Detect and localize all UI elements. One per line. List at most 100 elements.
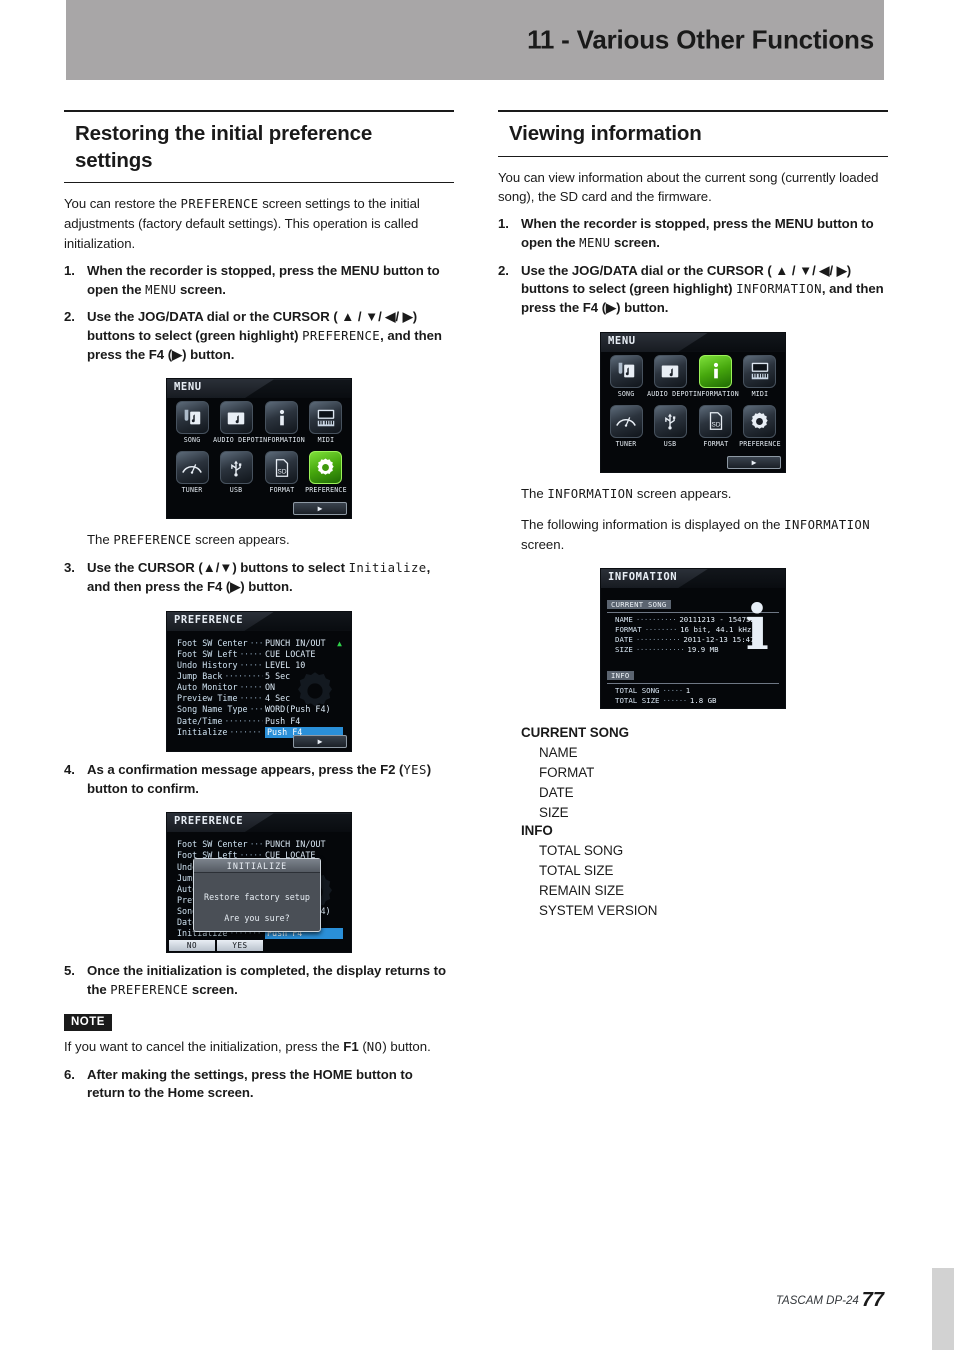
leader-dots: ·········· — [224, 671, 263, 682]
menu-item-format[interactable]: SD FORMAT — [693, 404, 739, 455]
lcd-preference: PREFERENCE Foot SW Center··········PUNCH… — [166, 610, 352, 752]
preference-row-name: Song Name Type — [177, 704, 248, 715]
preference-row-name: Foot SW Center — [177, 637, 248, 648]
preference-row[interactable]: Jump Back··········5 Sec — [177, 671, 343, 682]
leader-dots: ·········· — [249, 637, 263, 648]
menu-item-audio-depot[interactable]: AUDIO DEPOT — [647, 354, 693, 405]
preference-dialog-screenshot-wrap: PREFERENCE Foot SW Center··········PUNCH… — [64, 812, 454, 954]
left-step-6: 6. After making the settings, press the H… — [64, 1066, 454, 1103]
leader-dots: ····· — [662, 686, 684, 696]
left-steps-list-4: 5. Once the initialization is completed, … — [64, 962, 454, 999]
tuner-meter-icon — [609, 404, 643, 438]
folder-note-icon — [219, 401, 253, 435]
menu-item-information[interactable]: INFORMATION — [693, 354, 739, 405]
preference-row[interactable]: Preview Time··········4 Sec — [177, 693, 343, 704]
preference-rows: Foot SW Center··········PUNCH IN/OUT ▲ F… — [167, 631, 351, 751]
lcd-title: PREFERENCE — [174, 815, 244, 828]
information-value: 16 bit, 44.1 kHz — [680, 625, 752, 635]
menu-item-song[interactable]: SONG — [605, 354, 647, 405]
menu-icon-grid: SONG AUDIO DEPOT INFORMATION MIDI TUNER … — [167, 398, 351, 501]
step-text-a: Use the CURSOR (▲/▼) buttons to select — [87, 560, 349, 576]
sd-card-icon: SD — [265, 451, 299, 485]
preference-row[interactable]: Foot SW Center··········PUNCH IN/OUT ▲ — [177, 638, 343, 649]
preference-row-value: PUNCH IN/OUT — [265, 839, 326, 850]
right-steps-list: 1. When the recorder is stopped, press th… — [498, 215, 888, 318]
keyboard-monitor-icon — [309, 401, 343, 435]
menu-item-usb[interactable]: USB — [213, 451, 259, 501]
preference-row-value: CUE LOCATE — [265, 648, 316, 659]
f1-no-button[interactable]: NO — [169, 940, 215, 952]
menu-item-label: FORMAT — [269, 486, 295, 495]
menu-item-preference[interactable]: PREFERENCE — [305, 451, 347, 501]
left-steps-list-5: 6. After making the settings, press the H… — [64, 1066, 454, 1103]
preference-row-name: Foot SW Center — [177, 839, 248, 850]
after-menu-mono: INFORMATION — [547, 486, 634, 501]
left-column: Restoring the initial preference setting… — [64, 110, 454, 1103]
f4-next-button[interactable]: ▶ — [293, 734, 347, 748]
note-text-b: ( — [358, 1038, 367, 1054]
lcd-menu-information: MENU SONG AUDIO DEPOT INFORMATION MIDI T… — [600, 331, 786, 473]
initialize-dialog-line1: Restore factory setup — [204, 892, 310, 903]
information-value: 20111213 - 154752 — [679, 615, 755, 625]
menu-item-label: SONG — [183, 436, 201, 445]
left-after-menu-text: The PREFERENCE screen appears. — [87, 530, 454, 550]
info-i-watermark-icon: i — [745, 591, 769, 665]
gear-icon — [743, 404, 777, 438]
leader-dots: ·········· — [239, 648, 263, 659]
left-section-rule-top: Restoring the initial preference setting… — [64, 110, 454, 182]
step-text-a: As a confirmation message appears, press… — [87, 761, 404, 777]
preference-row[interactable]: Auto Monitor··········ON — [177, 682, 343, 693]
function-key-bar: NO YES — [167, 940, 351, 952]
menu-item-audio-depot[interactable]: AUDIO DEPOT — [213, 401, 259, 451]
tuner-meter-icon — [175, 451, 209, 485]
preference-row[interactable]: Date/Time············Push F4 — [177, 716, 343, 727]
information-field-list: CURRENT SONG NAME FORMAT DATE SIZE INFO … — [521, 725, 888, 918]
right-following-text: The following information is displayed o… — [521, 515, 888, 554]
right-step-1: 1. When the recorder is stopped, press th… — [498, 215, 888, 252]
note-block: NOTE If you want to cancel the initializ… — [64, 1000, 454, 1057]
menu-item-label: USB — [229, 486, 243, 495]
leader-dots: ··········· — [635, 635, 681, 645]
f4-next-button[interactable]: ▶ — [727, 455, 781, 469]
menu-item-song[interactable]: SONG — [171, 401, 213, 451]
field-group-current-song: CURRENT SONG — [521, 725, 630, 741]
svg-text:SD: SD — [277, 468, 286, 475]
menu-item-tuner[interactable]: TUNER — [605, 404, 647, 455]
menu-item-midi[interactable]: MIDI — [305, 401, 347, 451]
usb-icon — [219, 451, 253, 485]
right-section-title: Viewing information — [509, 122, 702, 145]
preference-row[interactable]: Foot SW Left··········CUE LOCATE — [177, 649, 343, 660]
field-item-date: DATE — [539, 785, 574, 801]
menu-item-format[interactable]: SD FORMAT — [259, 451, 305, 501]
menu-item-information[interactable]: INFORMATION — [259, 401, 305, 451]
following-a: The following information is displayed o… — [521, 516, 785, 532]
left-step-2: 2. Use the JOG/DATA dial or the CURSOR ( … — [64, 308, 454, 364]
left-intro-paragraph: You can restore the PREFERENCE screen se… — [64, 194, 454, 252]
info-i-icon — [265, 401, 299, 435]
leader-dots: ········ — [644, 625, 678, 635]
scroll-up-icon[interactable]: ▲ — [337, 638, 342, 649]
menu-item-label: USB — [663, 439, 677, 448]
left-step-4: 4. As a confirmation message appears, pre… — [64, 761, 454, 798]
lcd-menu-preference: MENU SONG AUDIO DEPOT INFORMATION MIDI T… — [166, 378, 352, 520]
menu-screenshot-preference-wrap: MENU SONG AUDIO DEPOT INFORMATION MIDI T… — [64, 378, 454, 520]
preference-rows-behind-dialog: Foot SW Center··········PUNCH IN/OUT Foo… — [167, 832, 351, 952]
preference-row[interactable]: Song Name Type·······WORD(Push F4) — [177, 704, 343, 715]
information-screenshot-wrap: INFOMATION i CURRENT SONG NAME ··········… — [498, 568, 888, 710]
menu-item-usb[interactable]: USB — [647, 404, 693, 455]
menu-item-midi[interactable]: MIDI — [739, 354, 781, 405]
menu-item-preference[interactable]: PREFERENCE — [739, 404, 781, 455]
f4-next-button[interactable]: ▶ — [293, 502, 347, 516]
intro-mono-preference: PREFERENCE — [180, 197, 259, 212]
preference-row[interactable]: Undo History··········LEVEL 10 — [177, 660, 343, 671]
preference-row-value: Push F4 — [265, 715, 301, 726]
information-key: NAME — [615, 615, 633, 625]
note-bold-f1: F1 — [343, 1038, 359, 1054]
after-menu-b: screen appears. — [633, 485, 732, 501]
menu-item-tuner[interactable]: TUNER — [171, 451, 213, 501]
f2-yes-button[interactable]: YES — [217, 940, 263, 952]
menu-item-label: AUDIO DEPOT — [647, 389, 693, 398]
leader-dots: ······· — [249, 704, 263, 715]
lcd-title: MENU — [174, 381, 202, 394]
field-item-total-song: TOTAL SONG — [539, 843, 624, 859]
